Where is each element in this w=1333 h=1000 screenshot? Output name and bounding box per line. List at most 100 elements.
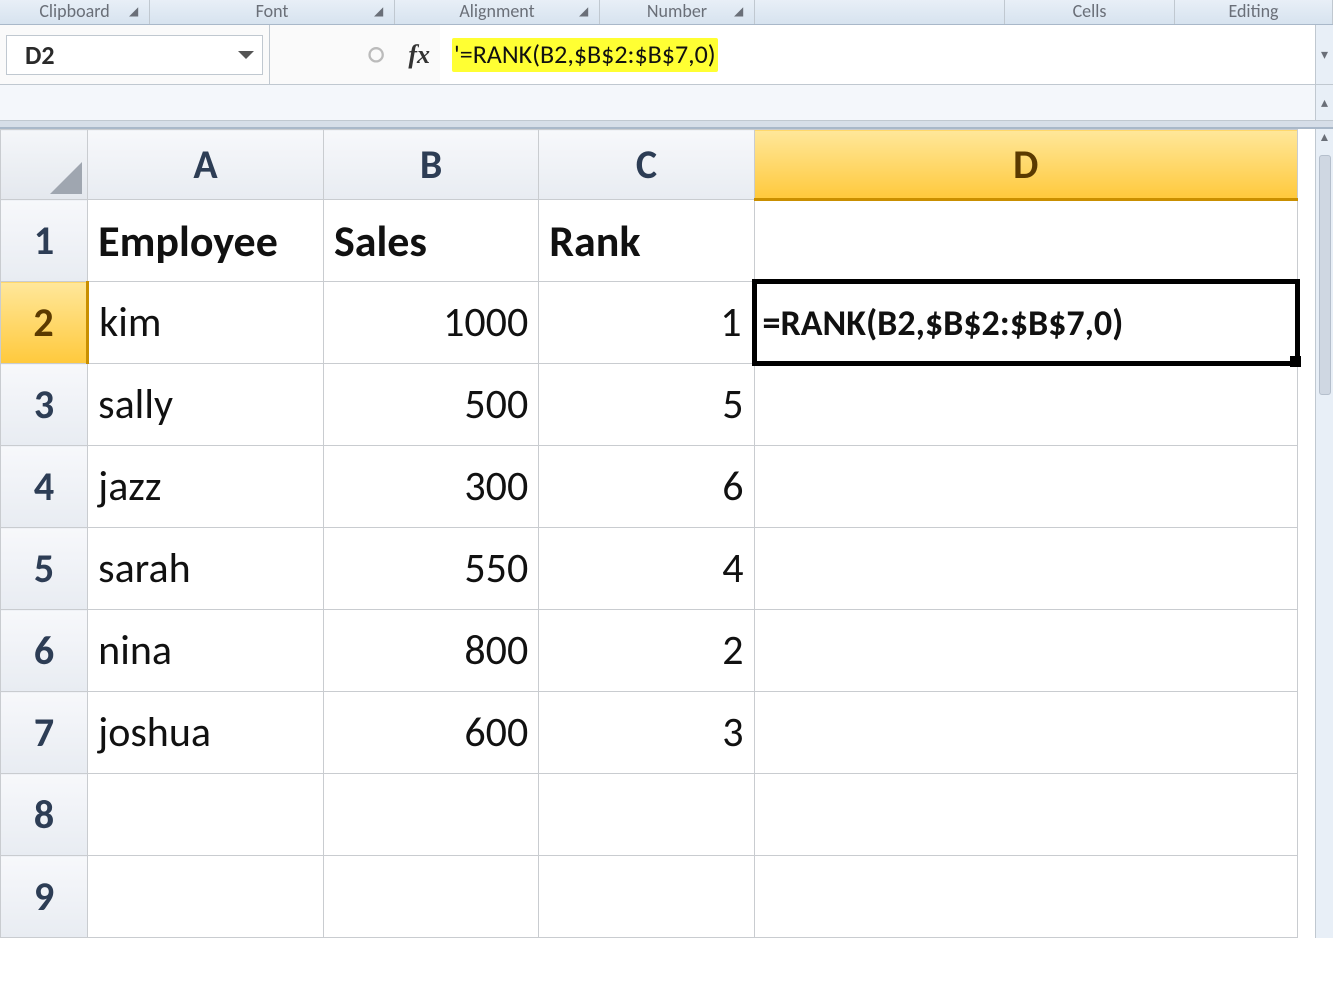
ribbon-group-label: Number [647, 0, 707, 22]
cell-d5[interactable] [754, 528, 1297, 610]
col-header-b[interactable]: B [323, 130, 538, 200]
name-box-value: D2 [25, 39, 55, 71]
cell-b9[interactable] [323, 856, 538, 938]
spreadsheet-grid[interactable]: A B C D 1 Employee Sales Rank 2 kim 1000… [0, 129, 1300, 938]
vertical-scrollbar[interactable]: ▲ [1315, 129, 1333, 938]
col-header-c[interactable]: C [539, 130, 754, 200]
ribbon-group-label: Alignment [459, 0, 534, 22]
col-header-a[interactable]: A [88, 130, 324, 200]
formula-bar-text: '=RANK(B2,$B$2:$B$7,0) [452, 38, 718, 72]
col-header-d[interactable]: D [754, 130, 1297, 200]
grid-wrap: A B C D 1 Employee Sales Rank 2 kim 1000… [0, 129, 1333, 938]
cell-b4[interactable]: 300 [323, 446, 538, 528]
divider [0, 121, 1333, 129]
scroll-up-icon[interactable]: ▲ [1316, 129, 1333, 145]
ribbon-group-label: Font [256, 0, 289, 22]
cell-d4[interactable] [754, 446, 1297, 528]
row-header-6[interactable]: 6 [1, 610, 88, 692]
cell-c5[interactable]: 4 [539, 528, 754, 610]
cell-a2[interactable]: kim [88, 282, 324, 364]
row-header-8[interactable]: 8 [1, 774, 88, 856]
cell-d2-active[interactable]: =RANK(B2,$B$2:$B$7,0) [754, 282, 1297, 364]
row-header-3[interactable]: 3 [1, 364, 88, 446]
cell-a3[interactable]: sally [88, 364, 324, 446]
formula-bar-buttons: ○ fx [270, 25, 440, 84]
ribbon-group-clipboard[interactable]: Clipboard ◢ [0, 0, 150, 24]
row-2: 2 kim 1000 1 =RANK(B2,$B$2:$B$7,0) [1, 282, 1298, 364]
cell-c2[interactable]: 1 [539, 282, 754, 364]
cell-a8[interactable] [88, 774, 324, 856]
row-header-2[interactable]: 2 [1, 282, 88, 364]
row-header-9[interactable]: 9 [1, 856, 88, 938]
cell-b7[interactable]: 600 [323, 692, 538, 774]
ribbon-group-number[interactable]: Number ◢ [600, 0, 755, 24]
select-all-corner[interactable] [1, 130, 88, 200]
cell-c3[interactable]: 5 [539, 364, 754, 446]
cell-d3[interactable] [754, 364, 1297, 446]
cell-c7[interactable]: 3 [539, 692, 754, 774]
dialog-launcher-icon[interactable]: ◢ [734, 4, 748, 18]
fx-icon[interactable]: fx [408, 40, 430, 70]
cell-c1[interactable]: Rank [539, 200, 754, 282]
cell-a7[interactable]: joshua [88, 692, 324, 774]
row-header-7[interactable]: 7 [1, 692, 88, 774]
cell-d2-value: =RANK(B2,$B$2:$B$7,0) [763, 301, 1124, 345]
cell-b1[interactable]: Sales [323, 200, 538, 282]
name-box[interactable]: D2 [6, 35, 263, 75]
ribbon-group-label: Cells [1073, 0, 1107, 22]
fill-handle[interactable] [1290, 356, 1301, 367]
row-8: 8 [1, 774, 1298, 856]
row-header-4[interactable]: 4 [1, 446, 88, 528]
formula-bar-expand[interactable]: ▾ [1315, 25, 1333, 84]
cell-d1[interactable] [754, 200, 1297, 282]
cell-d6[interactable] [754, 610, 1297, 692]
cell-c8[interactable] [539, 774, 754, 856]
ribbon-group-font[interactable]: Font ◢ [150, 0, 395, 24]
row-header-5[interactable]: 5 [1, 528, 88, 610]
formula-bar-spacer: ▴ [0, 85, 1333, 121]
dialog-launcher-icon[interactable]: ◢ [374, 4, 388, 18]
column-header-row: A B C D [1, 130, 1298, 200]
dialog-launcher-icon[interactable]: ◢ [579, 4, 593, 18]
chevron-down-icon[interactable] [238, 51, 254, 59]
cell-d9[interactable] [754, 856, 1297, 938]
ribbon-group-labels: Clipboard ◢ Font ◢ Alignment ◢ Number ◢ Cell… [0, 0, 1333, 25]
cell-b8[interactable] [323, 774, 538, 856]
ribbon-group-styles[interactable] [755, 0, 1005, 24]
formula-bar-collapse-icon[interactable]: ▴ [1315, 85, 1333, 120]
cell-c4[interactable]: 6 [539, 446, 754, 528]
formula-bar-row: D2 ○ fx '=RANK(B2,$B$2:$B$7,0) ▾ [0, 25, 1333, 85]
formula-bar[interactable]: '=RANK(B2,$B$2:$B$7,0) [440, 25, 1315, 84]
ribbon-group-editing[interactable]: Editing [1175, 0, 1333, 24]
row-header-1[interactable]: 1 [1, 200, 88, 282]
cell-a4[interactable]: jazz [88, 446, 324, 528]
cell-a6[interactable]: nina [88, 610, 324, 692]
ribbon-group-label: Clipboard [39, 0, 109, 22]
cell-d8[interactable] [754, 774, 1297, 856]
ribbon-group-label: Editing [1228, 0, 1278, 22]
select-all-icon [50, 162, 82, 194]
row-5: 5 sarah 550 4 [1, 528, 1298, 610]
cancel-icon[interactable]: ○ [368, 36, 385, 73]
cell-b5[interactable]: 550 [323, 528, 538, 610]
cell-b2[interactable]: 1000 [323, 282, 538, 364]
cell-b6[interactable]: 800 [323, 610, 538, 692]
row-4: 4 jazz 300 6 [1, 446, 1298, 528]
cell-a9[interactable] [88, 856, 324, 938]
row-3: 3 sally 500 5 [1, 364, 1298, 446]
ribbon-group-alignment[interactable]: Alignment ◢ [395, 0, 600, 24]
cell-c9[interactable] [539, 856, 754, 938]
row-1: 1 Employee Sales Rank [1, 200, 1298, 282]
cell-d7[interactable] [754, 692, 1297, 774]
row-6: 6 nina 800 2 [1, 610, 1298, 692]
name-box-wrap: D2 [0, 25, 270, 84]
cell-a1[interactable]: Employee [88, 200, 324, 282]
row-9: 9 [1, 856, 1298, 938]
scroll-thumb[interactable] [1319, 155, 1331, 395]
cell-b3[interactable]: 500 [323, 364, 538, 446]
ribbon-group-cells[interactable]: Cells [1005, 0, 1175, 24]
dialog-launcher-icon[interactable]: ◢ [129, 4, 143, 18]
cell-c6[interactable]: 2 [539, 610, 754, 692]
cell-a5[interactable]: sarah [88, 528, 324, 610]
row-7: 7 joshua 600 3 [1, 692, 1298, 774]
